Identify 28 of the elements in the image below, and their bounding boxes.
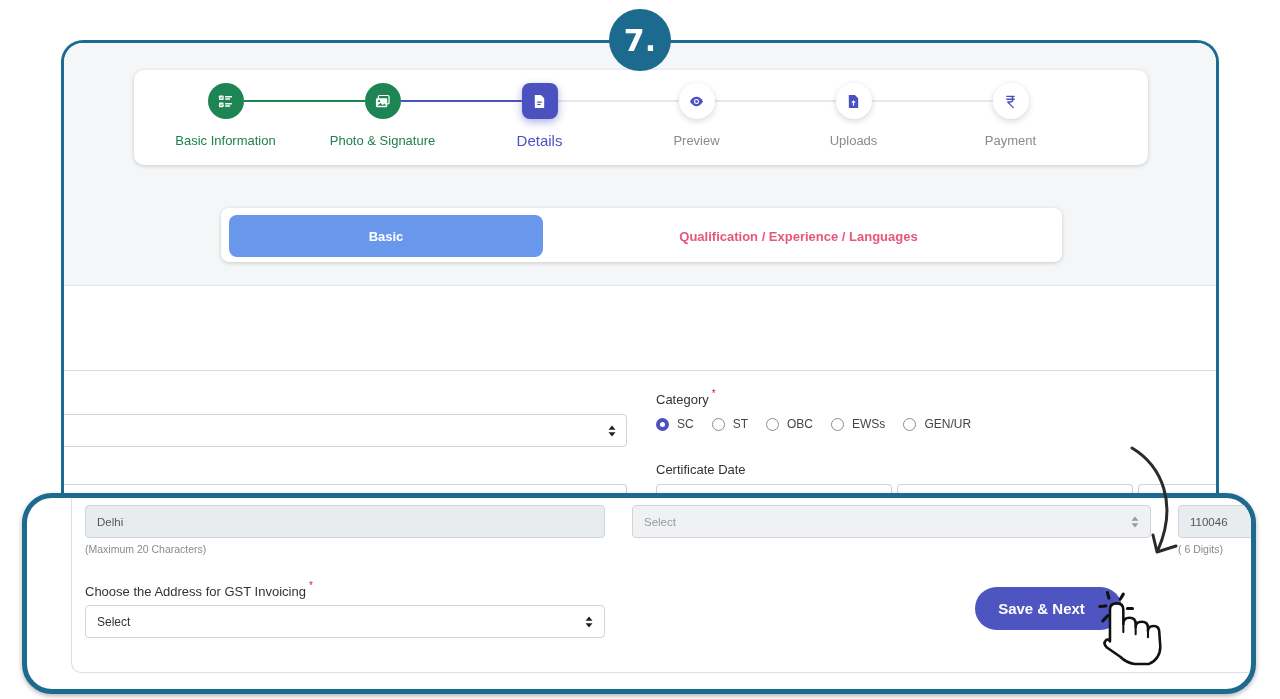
radio-option[interactable]: GEN/UR [903,417,972,431]
radio-icon[interactable] [711,417,725,431]
radio-option[interactable]: OBC [766,417,814,431]
updown-arrow-icon [585,615,593,628]
step-label: Payment [984,133,1037,149]
field-label: Certificate Date [656,462,746,478]
step-label: Photo & Signature [329,133,436,149]
select-field[interactable] [64,414,627,447]
pointing-hand-icon [1097,590,1163,666]
radio-icon[interactable] [903,417,917,431]
radio-icon[interactable] [766,417,779,431]
step-label: Basic Information [175,133,276,149]
radio-option[interactable]: EWSs [831,417,886,431]
radio-icon[interactable] [831,417,845,431]
step-label: Uploads [829,133,878,149]
radio-option[interactable]: ST [711,417,748,431]
save-next-button[interactable]: Save & Next [975,587,1122,630]
step-label: Preview [673,133,720,149]
field-hint: (Maximum 20 Characters) [85,542,207,556]
step-label: Details [516,132,563,150]
field-hint: ( 6 Digits) [1178,542,1223,556]
step-number-badge: 7. [609,9,671,71]
section-tab[interactable]: Qualification / Experience / Languages [543,215,1054,257]
updown-arrow-icon [608,424,616,437]
select-field[interactable]: Select [85,605,605,638]
radio-icon[interactable] [656,417,669,431]
updown-arrow-icon [1131,515,1139,528]
radio-option[interactable]: SC [656,417,694,431]
